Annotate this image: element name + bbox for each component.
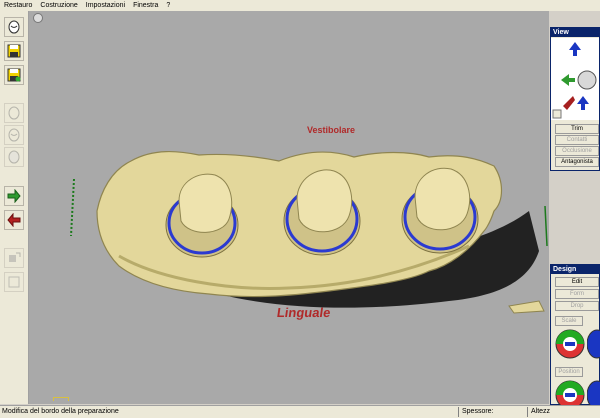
view-panel-title: View — [551, 28, 599, 37]
menu-costruzione[interactable]: Costruzione — [36, 2, 81, 9]
height-label: Altezz — [531, 408, 551, 415]
scale-button[interactable]: Scale — [555, 316, 583, 326]
view-panel: View Trim Contatti Occlusione Antagonist… — [550, 27, 600, 171]
status-bar: Modifica del bordo della preparazione Sp… — [0, 405, 600, 418]
tooth-outline-icon — [8, 128, 20, 142]
abutment-2 — [296, 169, 353, 233]
save-icon — [7, 44, 21, 58]
scale-side-icon[interactable] — [587, 329, 600, 359]
abutment-3 — [414, 167, 471, 231]
previous-step-button[interactable] — [4, 210, 24, 230]
menu-impostazioni[interactable]: Impostazioni — [82, 2, 129, 9]
antagonist-button[interactable]: Antagonista — [555, 157, 599, 167]
zoom-icon — [552, 109, 562, 119]
tooth-icon — [8, 20, 20, 34]
menu-bar: Restauro Costruzione Impostazioni Finest… — [0, 0, 600, 11]
status-message: Modifica del bordo della preparazione — [2, 408, 119, 415]
tooth-outline-icon — [8, 150, 20, 164]
next-arrow-icon — [7, 189, 21, 203]
next-step-button[interactable] — [4, 186, 24, 206]
tooth-button[interactable] — [4, 17, 24, 37]
drop-button[interactable]: Drop — [555, 301, 599, 311]
menu-help[interactable]: ? — [162, 2, 174, 9]
model-fragment — [508, 300, 545, 314]
save-as-button[interactable] — [4, 65, 24, 85]
disabled-tool-button[interactable] — [4, 272, 24, 292]
dental-model[interactable] — [29, 11, 549, 404]
back-arrow-icon — [7, 213, 21, 227]
scale-marker — [53, 397, 69, 401]
view-sphere-icon — [577, 70, 597, 90]
edit-button[interactable]: Edit — [555, 277, 599, 287]
thickness-label: Spessore: — [462, 408, 494, 415]
save-as-icon — [7, 68, 21, 82]
abutment-1 — [178, 173, 233, 233]
vestibolare-label: Vestibolare — [307, 125, 356, 135]
disabled-tool-icon — [8, 276, 20, 288]
design-panel: Design Edit Form Drop Scale Position — [550, 264, 600, 410]
left-toolbar — [0, 11, 29, 404]
form-button[interactable]: Form — [555, 289, 599, 299]
status-separator — [527, 407, 528, 417]
view-navigator[interactable] — [551, 38, 599, 120]
tooth-outline-button-2[interactable] — [4, 125, 24, 145]
cut-tool-button[interactable] — [4, 248, 24, 268]
contact-button[interactable]: Contatti — [555, 135, 599, 145]
linguale-label: Linguale — [275, 305, 332, 320]
axis-marker — [70, 178, 75, 237]
tooth-outline-icon — [8, 106, 20, 120]
position-button[interactable]: Position — [555, 367, 583, 377]
tooth-outline-button-1[interactable] — [4, 103, 24, 123]
status-separator — [458, 407, 459, 417]
design-panel-title: Design — [551, 265, 599, 274]
tooth-outline-button-3[interactable] — [4, 147, 24, 167]
menu-finestra[interactable]: Finestra — [129, 2, 162, 9]
trim-button[interactable]: Trim — [555, 124, 599, 134]
occlusion-button[interactable]: Occlusione — [555, 146, 599, 156]
scale-control-icon[interactable] — [555, 329, 585, 359]
3d-viewport[interactable]: Vestibolare Linguale — [29, 11, 549, 404]
menu-restauro[interactable]: Restauro — [0, 2, 36, 9]
save-button[interactable] — [4, 41, 24, 61]
axis-marker-right — [544, 205, 548, 247]
cut-tool-icon — [9, 252, 21, 262]
